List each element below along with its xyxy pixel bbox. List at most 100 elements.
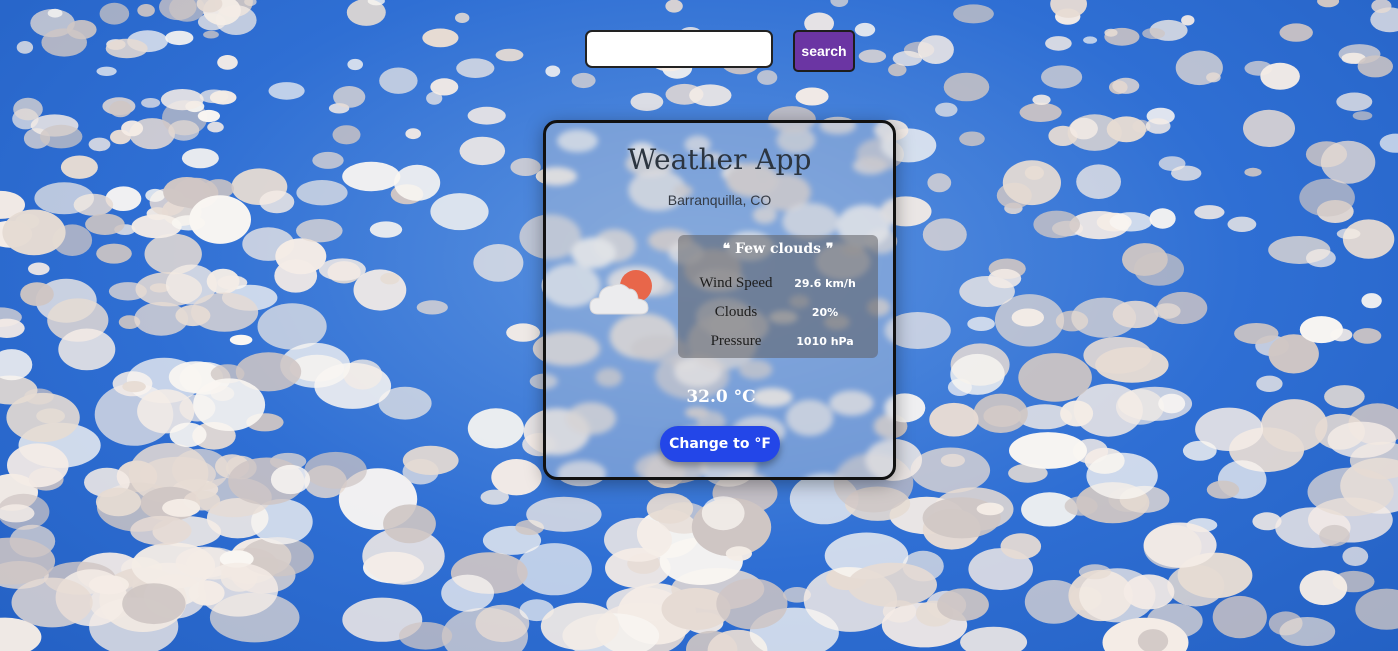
search-button[interactable]: search <box>793 30 855 72</box>
cloud-puff <box>922 218 967 251</box>
cloud-puff <box>943 72 990 102</box>
cloud-puff <box>456 58 495 78</box>
cloud-puff <box>1000 533 1042 560</box>
pressure-label: Pressure <box>710 333 762 349</box>
cloud-puff <box>1106 116 1147 143</box>
cloud-puff <box>858 49 887 63</box>
cloud-puff <box>198 562 279 617</box>
cloud-puff <box>1320 140 1376 184</box>
cloud-puff <box>929 402 979 437</box>
cloud-puff <box>40 124 83 149</box>
cloud-puff <box>1256 375 1283 392</box>
cloud-puff <box>1194 205 1225 220</box>
cloud-puff <box>60 155 98 179</box>
cloud-puff <box>927 173 952 193</box>
cloud-puff <box>105 38 148 59</box>
cloud-puff <box>168 120 200 141</box>
cloud-puff <box>495 48 524 62</box>
cloud-puff <box>304 451 367 489</box>
cloud-puff <box>296 219 343 243</box>
cloud-puff <box>1019 102 1062 122</box>
cloud-puff <box>910 447 991 494</box>
cloud-puff <box>333 86 366 108</box>
location-label: Barranquilla, CO <box>667 192 772 208</box>
cloud-puff <box>960 626 1028 651</box>
cloud-puff <box>296 180 348 206</box>
cloud-puff <box>181 148 219 169</box>
cloud-puff <box>259 190 295 214</box>
cloud-puff <box>318 258 366 281</box>
cloud-puff <box>1158 393 1186 414</box>
cloud-puff <box>270 464 311 495</box>
change-unit-button[interactable]: Change to °F <box>660 426 780 462</box>
cloud-puff <box>1112 77 1140 94</box>
cloud-puff <box>28 262 50 276</box>
cloud-puff <box>506 323 540 342</box>
cloud-puff <box>1336 92 1373 112</box>
cloud-puff <box>1083 336 1152 374</box>
cloud-puff <box>976 502 1004 516</box>
cloud-puff <box>1032 94 1051 106</box>
cloud-puff <box>1243 109 1295 147</box>
cloud-puff <box>1069 117 1098 140</box>
cloud-puff <box>1361 293 1382 309</box>
cloud-puff <box>1083 36 1098 44</box>
cloud-puff <box>169 422 207 447</box>
cloud-puff <box>141 98 161 108</box>
cloud-puff <box>430 193 489 231</box>
few-clouds-icon <box>589 270 652 315</box>
cloud-puff <box>312 151 344 169</box>
cloud-puff <box>34 182 94 215</box>
cloud-puff <box>1244 167 1262 177</box>
cloud-puff <box>725 546 753 561</box>
cloud-puff <box>274 259 318 293</box>
cloud-puff <box>160 89 204 111</box>
cloud-puff <box>122 583 186 625</box>
cloud-puff <box>1009 432 1087 469</box>
cloud-puff <box>847 562 937 607</box>
cloud-puff <box>441 574 494 612</box>
cloud-puff <box>473 244 524 282</box>
wind-speed-value: 29.6 km/h <box>794 277 856 290</box>
cloud-puff <box>11 577 93 628</box>
cloud-puff <box>510 158 541 176</box>
cloud-puff <box>1158 156 1186 172</box>
cloud-puff <box>13 97 43 121</box>
cloud-puff <box>193 378 266 432</box>
weather-card: Weather App Barranquilla, CO ❝ Few cloud… <box>543 120 896 480</box>
cloud-puff <box>99 2 130 25</box>
cloud-puff <box>1175 50 1223 86</box>
cloud-puff <box>1279 617 1336 646</box>
pressure-value: 1010 hPa <box>796 335 854 348</box>
cloud-puff <box>137 3 155 17</box>
cloud-puff <box>1227 216 1257 232</box>
cloud-puff <box>967 316 995 331</box>
cloud-puff <box>416 300 448 315</box>
cloud-puff <box>1142 28 1165 39</box>
cloud-puff <box>1336 228 1361 240</box>
cloud-puff <box>1182 440 1217 461</box>
cloud-puff <box>455 12 470 23</box>
cloud-puff <box>207 121 224 133</box>
search-input[interactable] <box>585 30 773 68</box>
cloud-puff <box>937 588 989 621</box>
cloud-puff <box>332 125 361 145</box>
temperature-value: 32.0 °C <box>686 387 756 407</box>
cloud-puff <box>716 578 788 630</box>
cloud-puff <box>467 408 524 449</box>
cloud-puff <box>1076 164 1121 199</box>
cloud-puff <box>342 161 401 192</box>
cloud-puff <box>108 282 147 301</box>
cloud-puff <box>757 70 778 85</box>
cloud-puff <box>973 393 1028 433</box>
cloud-puff <box>109 100 132 118</box>
cloud-puff <box>1018 353 1092 402</box>
cloud-puff <box>402 445 459 475</box>
cloud-puff <box>1041 65 1083 89</box>
cloud-puff <box>162 498 201 517</box>
cloud-puff <box>917 35 954 64</box>
cloud-puff <box>88 137 111 152</box>
cloud-puff <box>189 195 252 244</box>
cloud-puff <box>959 131 985 147</box>
cloud-puff <box>242 227 295 261</box>
